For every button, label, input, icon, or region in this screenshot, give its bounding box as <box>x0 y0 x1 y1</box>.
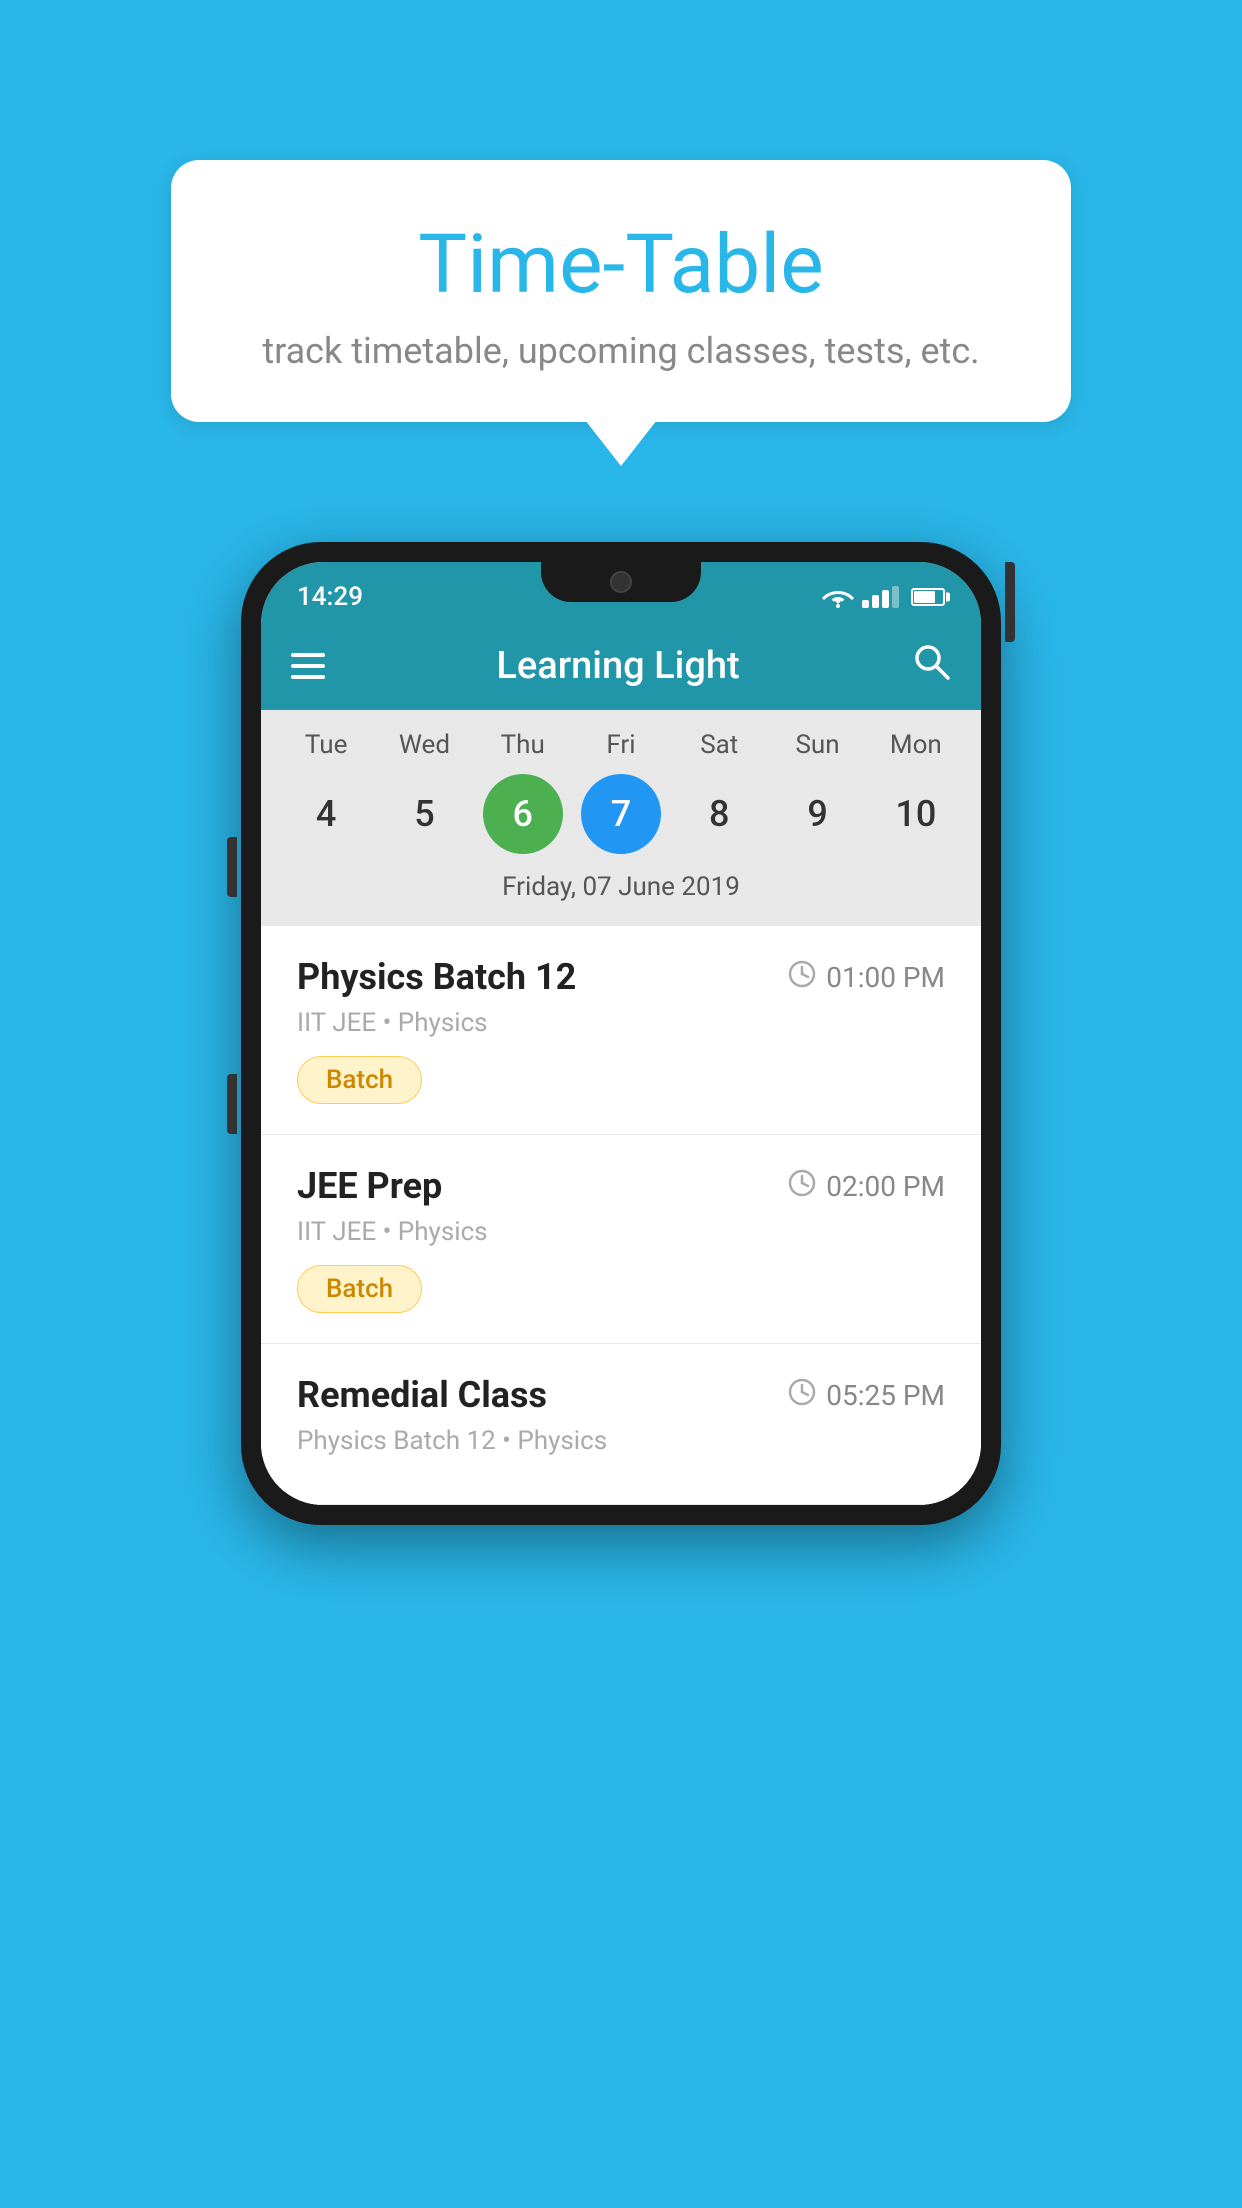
day-label-sat: Sat <box>679 730 759 760</box>
schedule-item-2[interactable]: JEE Prep 02:00 PM <box>261 1135 981 1344</box>
phone-container: 14:29 <box>241 542 1001 1525</box>
schedule-item-2-header: JEE Prep 02:00 PM <box>297 1165 945 1207</box>
days-numbers: 4 5 6 7 8 9 10 <box>261 774 981 854</box>
hamburger-line <box>291 675 325 679</box>
batch-badge-1: Batch <box>297 1056 422 1104</box>
bubble-subtitle: track timetable, upcoming classes, tests… <box>251 330 991 372</box>
battery-icon <box>911 588 945 606</box>
day-label-thu: Thu <box>483 730 563 760</box>
phone-frame: 14:29 <box>241 542 1001 1525</box>
day-7-selected[interactable]: 7 <box>581 774 661 854</box>
selected-date-label: Friday, 07 June 2019 <box>261 872 981 916</box>
speech-bubble-section: Time-Table track timetable, upcoming cla… <box>171 160 1071 422</box>
signal-icon <box>862 586 899 608</box>
bubble-title: Time-Table <box>251 220 991 310</box>
status-time: 14:29 <box>297 582 363 612</box>
calendar-bar: Tue Wed Thu Fri Sat Sun Mon 4 5 6 7 8 9 … <box>261 710 981 926</box>
day-5[interactable]: 5 <box>384 774 464 854</box>
app-header: Learning Light <box>261 622 981 710</box>
day-label-wed: Wed <box>384 730 464 760</box>
day-label-mon: Mon <box>876 730 956 760</box>
speech-bubble: Time-Table track timetable, upcoming cla… <box>171 160 1071 422</box>
day-10[interactable]: 10 <box>876 774 956 854</box>
schedule-meta-2: IIT JEE • Physics <box>297 1217 945 1247</box>
search-button[interactable] <box>911 641 951 691</box>
day-label-tue: Tue <box>286 730 366 760</box>
schedule-item-3-header: Remedial Class 05:25 PM <box>297 1374 945 1416</box>
hamburger-line <box>291 653 325 657</box>
batch-badge-2: Batch <box>297 1265 422 1313</box>
schedule-time-text-3: 05:25 PM <box>826 1379 945 1412</box>
schedule-time-3: 05:25 PM <box>788 1378 945 1413</box>
days-header: Tue Wed Thu Fri Sat Sun Mon <box>261 730 981 760</box>
day-6-today[interactable]: 6 <box>483 774 563 854</box>
schedule-time-text-1: 01:00 PM <box>826 961 945 994</box>
clock-icon-1 <box>788 960 816 995</box>
hamburger-line <box>291 664 325 668</box>
phone-notch <box>541 562 701 602</box>
day-label-fri: Fri <box>581 730 661 760</box>
schedule-meta-1: IIT JEE • Physics <box>297 1008 945 1038</box>
clock-icon-3 <box>788 1378 816 1413</box>
hamburger-menu-button[interactable] <box>291 653 325 679</box>
schedule-meta-3: Physics Batch 12 • Physics <box>297 1426 945 1456</box>
phone-screen: 14:29 <box>261 562 981 1505</box>
schedule-title-3: Remedial Class <box>297 1374 547 1416</box>
volume-down-button <box>227 1074 237 1134</box>
day-4[interactable]: 4 <box>286 774 366 854</box>
volume-up-button <box>227 837 237 897</box>
status-icons <box>822 586 945 608</box>
schedule-item-1[interactable]: Physics Batch 12 01:00 PM <box>261 926 981 1135</box>
schedule-item-1-header: Physics Batch 12 01:00 PM <box>297 956 945 998</box>
schedule-time-2: 02:00 PM <box>788 1169 945 1204</box>
day-8[interactable]: 8 <box>679 774 759 854</box>
day-label-sun: Sun <box>778 730 858 760</box>
wifi-icon <box>822 586 854 608</box>
clock-icon-2 <box>788 1169 816 1204</box>
schedule-time-text-2: 02:00 PM <box>826 1170 945 1203</box>
schedule-title-2: JEE Prep <box>297 1165 442 1207</box>
schedule-title-1: Physics Batch 12 <box>297 956 576 998</box>
schedule-time-1: 01:00 PM <box>788 960 945 995</box>
day-9[interactable]: 9 <box>778 774 858 854</box>
schedule-item-3[interactable]: Remedial Class 05:25 PM <box>261 1344 981 1505</box>
schedule-list: Physics Batch 12 01:00 PM <box>261 926 981 1505</box>
power-button <box>1005 562 1015 642</box>
front-camera <box>610 571 632 593</box>
app-title: Learning Light <box>496 644 739 688</box>
